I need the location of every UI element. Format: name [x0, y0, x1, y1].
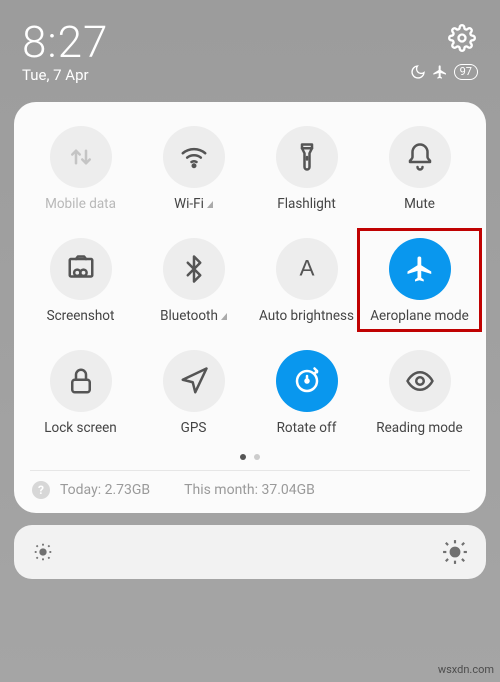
lock-screen-icon	[50, 350, 112, 412]
tile-aeroplane-mode[interactable]: Aeroplane mode	[363, 238, 476, 324]
page-dot-1[interactable]	[240, 454, 246, 460]
airplane-icon	[432, 64, 448, 80]
screenshot-icon	[50, 238, 112, 300]
tile-mobile-data[interactable]: Mobile data	[24, 126, 137, 212]
tile-bluetooth[interactable]: Bluetooth	[137, 238, 250, 324]
reading-mode-icon	[389, 350, 451, 412]
flashlight-icon	[276, 126, 338, 188]
tile-label: Screenshot	[47, 308, 115, 324]
tile-wifi[interactable]: Wi-Fi	[137, 126, 250, 212]
dnd-moon-icon	[410, 64, 426, 80]
tile-label: Bluetooth	[160, 308, 227, 324]
page-dot-2[interactable]	[254, 454, 260, 460]
tile-label: Mute	[404, 196, 435, 212]
info-icon: ?	[32, 481, 50, 499]
data-usage-row[interactable]: ? Today: 2.73GB This month: 37.04GB	[24, 471, 476, 503]
tile-flashlight[interactable]: Flashlight	[250, 126, 363, 212]
brightness-high-icon	[442, 539, 468, 565]
tiles-grid: Mobile data Wi-Fi Flashlight Mute Screenshot…	[24, 126, 476, 436]
tile-reading-mode[interactable]: Reading mode	[363, 350, 476, 436]
wifi-icon	[163, 126, 225, 188]
battery-indicator: 97	[454, 64, 478, 80]
tile-label: Aeroplane mode	[370, 308, 469, 324]
tile-screenshot[interactable]: Screenshot	[24, 238, 137, 324]
aeroplane-mode-icon	[389, 238, 451, 300]
tile-label: Wi-Fi	[174, 196, 213, 212]
expand-triangle-icon	[207, 201, 213, 208]
tile-lock-screen[interactable]: Lock screen	[24, 350, 137, 436]
status-indicators: 97	[410, 64, 478, 80]
brightness-low-icon	[32, 541, 54, 563]
tile-auto-brightness[interactable]: A Auto brightness	[250, 238, 363, 324]
tile-label: Lock screen	[44, 420, 116, 436]
tile-label: Mobile data	[45, 196, 116, 212]
watermark: wsxdn.com	[438, 663, 494, 676]
svg-text:A: A	[299, 255, 314, 280]
tile-label: Rotate off	[277, 420, 337, 436]
tile-label: Flashlight	[277, 196, 336, 212]
quick-settings-screen: 8:27 Tue, 7 Apr 97 Mobile dataWi-FiFlash…	[0, 0, 500, 682]
mobile-data-icon	[50, 126, 112, 188]
data-usage-today: Today: 2.73GB	[60, 482, 150, 498]
mute-icon	[389, 126, 451, 188]
tile-label: Reading mode	[376, 420, 462, 436]
tile-label: Auto brightness	[259, 308, 354, 324]
clock: 8:27	[22, 16, 478, 68]
quick-settings-panel: Mobile data Wi-Fi Flashlight Mute Screenshot…	[14, 102, 486, 513]
page-indicator[interactable]	[24, 454, 476, 460]
tile-mute[interactable]: Mute	[363, 126, 476, 212]
settings-button[interactable]	[448, 24, 476, 52]
auto-brightness-icon: A	[276, 238, 338, 300]
tile-gps[interactable]: GPS	[137, 350, 250, 436]
gps-icon	[163, 350, 225, 412]
bluetooth-icon	[163, 238, 225, 300]
data-usage-month: This month: 37.04GB	[184, 482, 315, 498]
brightness-slider[interactable]	[14, 525, 486, 579]
gear-icon	[448, 24, 476, 52]
expand-triangle-icon	[221, 313, 227, 320]
rotate-off-icon	[276, 350, 338, 412]
tile-label: GPS	[181, 420, 207, 436]
tile-rotate-off[interactable]: Rotate off	[250, 350, 363, 436]
